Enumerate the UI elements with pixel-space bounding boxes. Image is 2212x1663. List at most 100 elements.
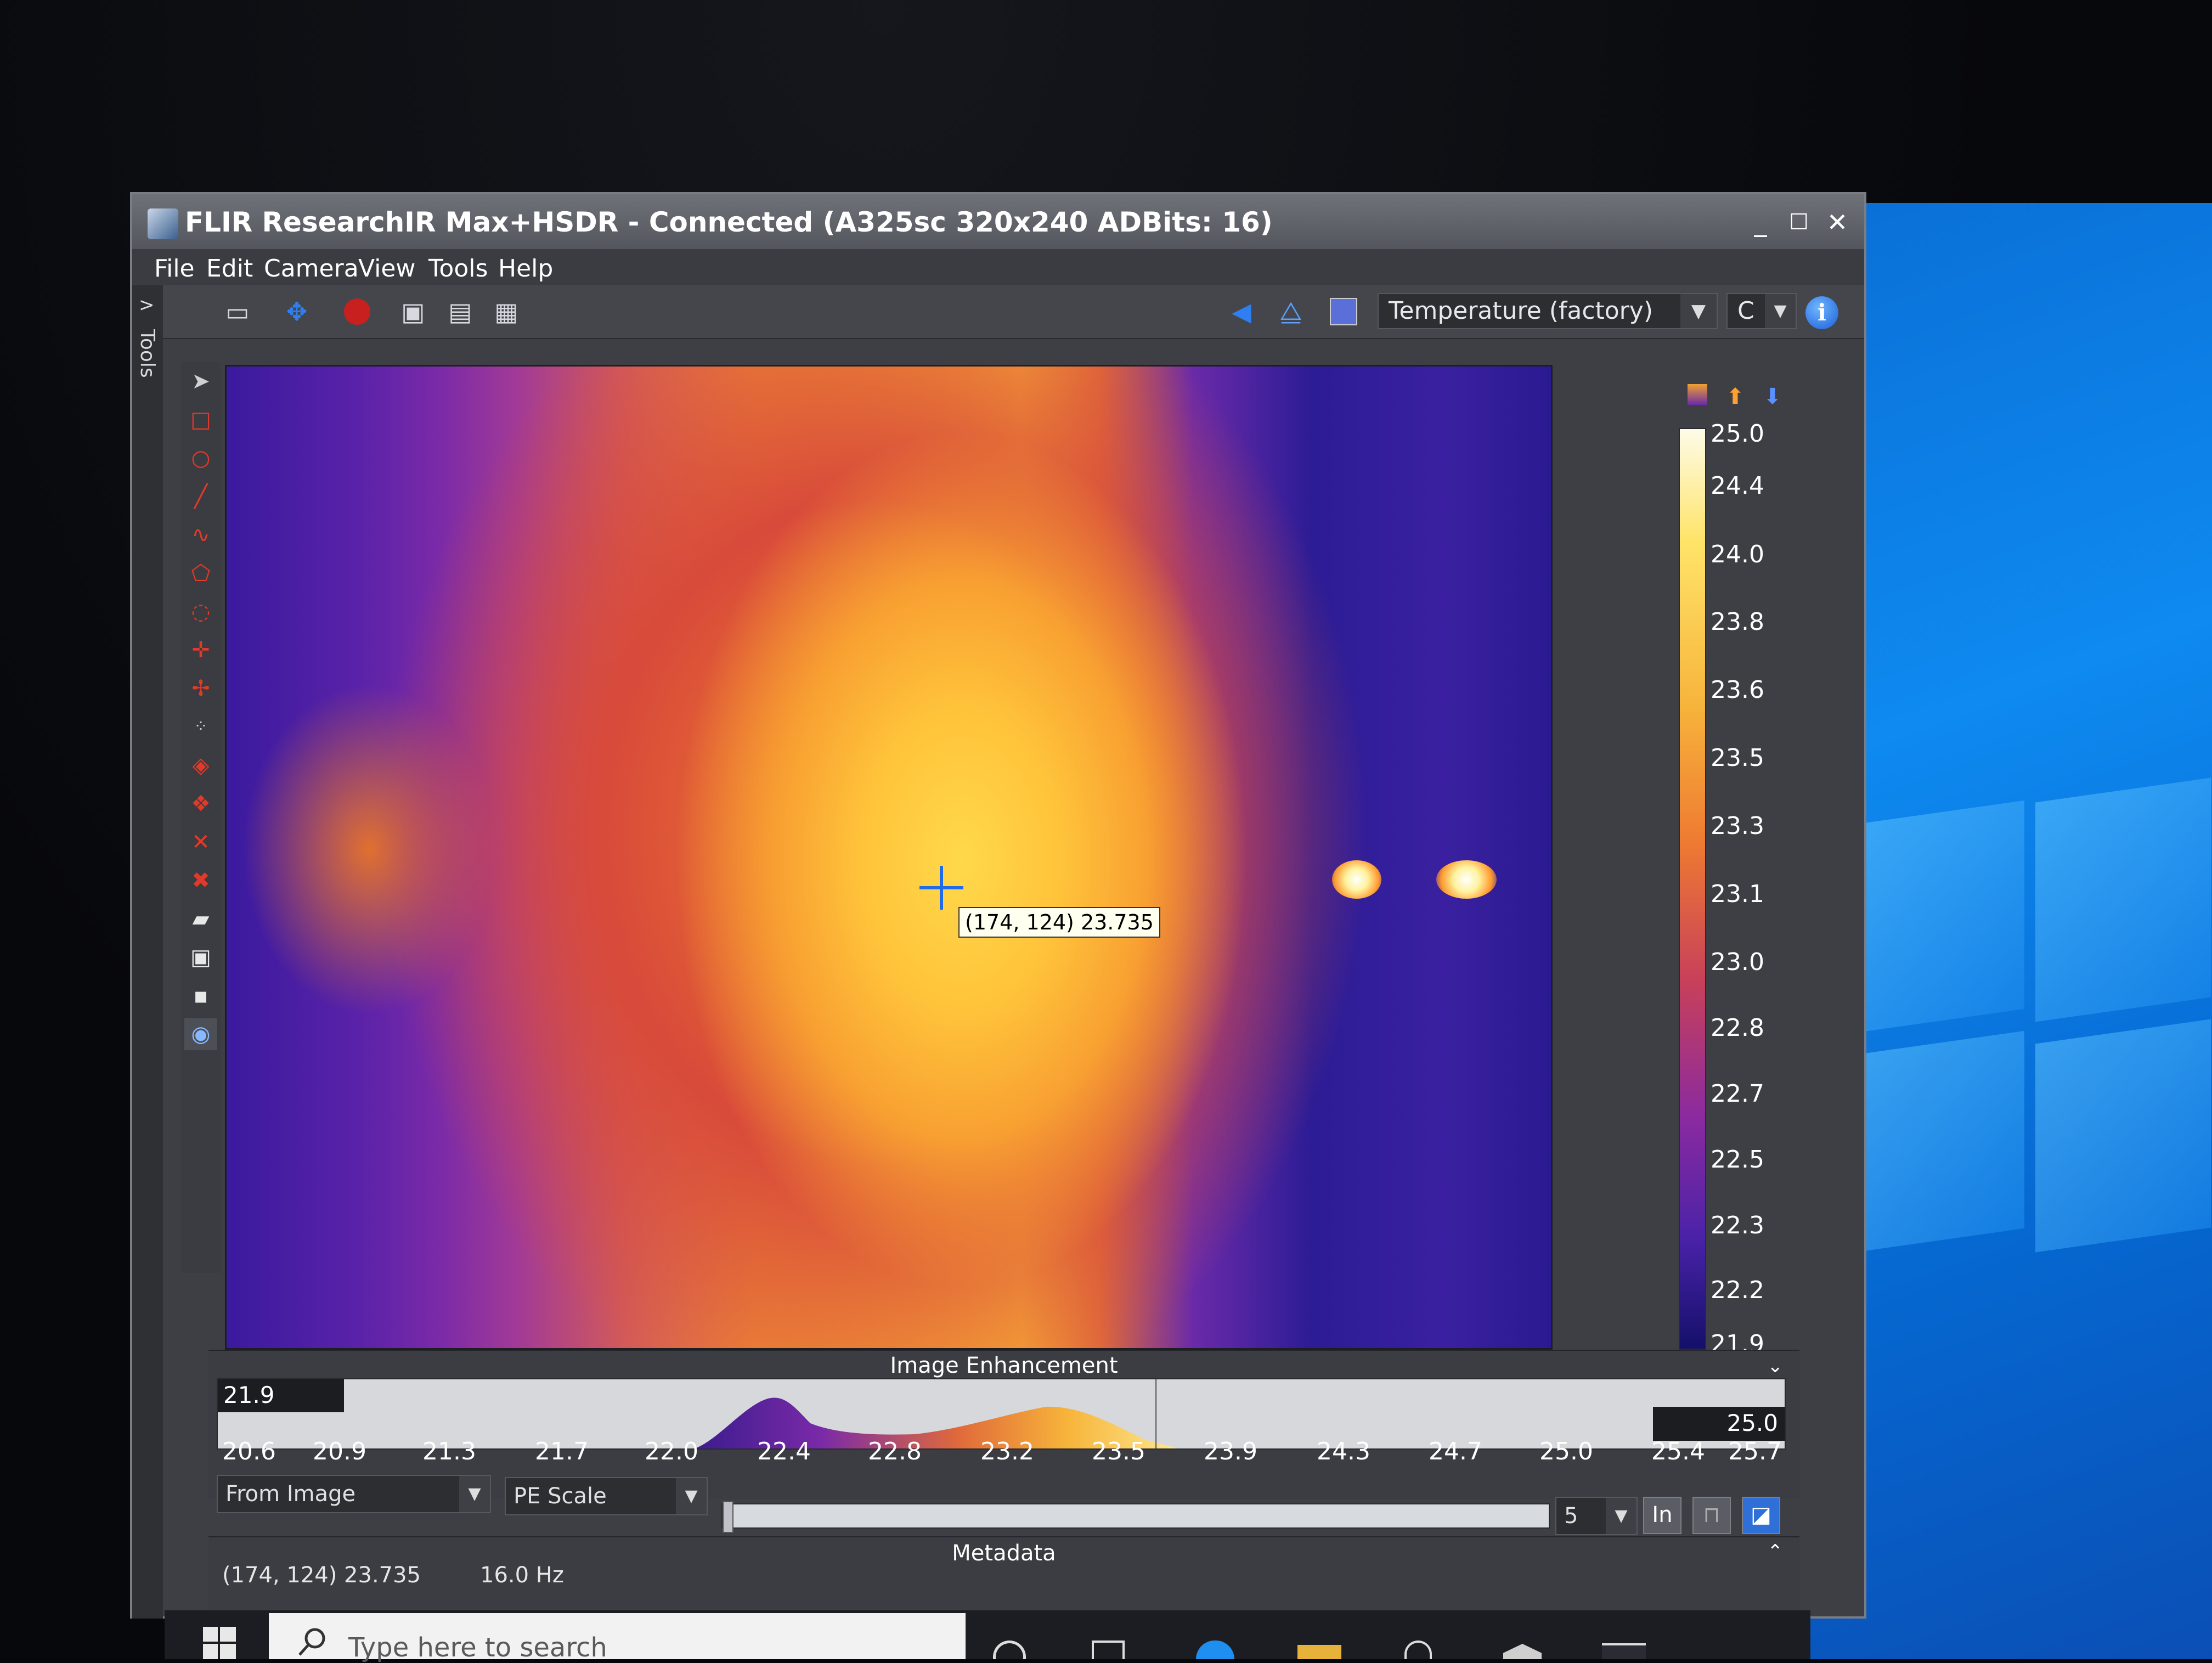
collapse-icon[interactable]: ⌄ bbox=[1768, 1355, 1784, 1377]
axis-tick-label: 23.2 bbox=[980, 1437, 1034, 1465]
colorbar-label: 23.3 bbox=[1711, 812, 1764, 840]
colorbar-label: 23.1 bbox=[1711, 880, 1764, 908]
menu-tools[interactable]: Tools bbox=[428, 255, 488, 283]
colorbar-label: 23.6 bbox=[1711, 676, 1764, 704]
colorbar-label: 24.4 bbox=[1711, 472, 1764, 500]
file-explorer-icon[interactable] bbox=[1297, 1645, 1341, 1659]
flip-icon[interactable]: ⧋ bbox=[1273, 295, 1308, 328]
window-title: FLIR ResearchIR Max+HSDR - Connected (A3… bbox=[185, 206, 1273, 238]
taskbar-search-placeholder: Type here to search bbox=[348, 1632, 607, 1663]
unit-select[interactable]: C ▼ bbox=[1726, 293, 1797, 329]
cursor-readout-tooltip: (174, 124) 23.735 bbox=[958, 907, 1160, 938]
colorbar-label: 24.0 bbox=[1711, 540, 1764, 568]
axis-tick-label: 20.6 bbox=[222, 1437, 276, 1465]
move-icon[interactable]: ✥ bbox=[279, 295, 314, 328]
axis-tick-label: 25.4 bbox=[1651, 1437, 1705, 1465]
group-tool-icon[interactable]: ❖ bbox=[184, 788, 217, 820]
freehand-tool-icon[interactable]: ◌ bbox=[184, 596, 217, 628]
range-source-select[interactable]: From Image ▼ bbox=[217, 1475, 491, 1513]
search-icon bbox=[298, 1628, 325, 1656]
in-button[interactable]: In bbox=[1643, 1497, 1681, 1534]
rectangle-tool-icon[interactable]: □ bbox=[184, 404, 217, 436]
menu-edit[interactable]: Edit bbox=[206, 255, 253, 283]
record-button[interactable] bbox=[340, 295, 375, 328]
scatter-tool-icon[interactable]: ⁘ bbox=[184, 711, 217, 743]
histogram-min-value[interactable]: 21.9 bbox=[218, 1379, 344, 1412]
image-add-icon[interactable]: ▦ bbox=[489, 295, 524, 328]
metadata-readout: (174, 124) 23.735 bbox=[222, 1563, 421, 1588]
snapshot-icon[interactable]: ▣ bbox=[396, 295, 431, 328]
roi-tools-column: ➤ □ ○ ╱ ∿ ⬠ ◌ ✛ ✢ ⁘ ◈ ❖ ✕ ✖ ▰ ▣ ▪ ◉ bbox=[181, 362, 221, 1273]
hotspot-left bbox=[1332, 860, 1381, 899]
metadata-title: Metadata bbox=[952, 1541, 1056, 1566]
maximize-button[interactable]: ☐ bbox=[1783, 208, 1815, 236]
colorbar-label: 23.8 bbox=[1711, 608, 1764, 636]
scale-up-icon[interactable]: ⬆ bbox=[1726, 384, 1745, 409]
windows-start-icon[interactable] bbox=[203, 1627, 236, 1659]
menu-help[interactable]: Help bbox=[498, 255, 553, 283]
enhancement-slider[interactable] bbox=[721, 1501, 1550, 1533]
toolbar: ▭ ✥ ▣ ▤ ▦ ◀ ⧋ Temperature (factory) ▼ C … bbox=[132, 285, 1864, 339]
expand-tools-icon[interactable]: > bbox=[139, 294, 155, 316]
slider-thumb[interactable] bbox=[723, 1501, 733, 1533]
thermal-image-viewport[interactable]: (174, 124) 23.735 bbox=[225, 365, 1553, 1350]
measurement-mode-value: Temperature (factory) bbox=[1389, 297, 1653, 325]
chevron-down-icon: ▼ bbox=[1606, 1498, 1637, 1534]
scale-select[interactable]: PE Scale ▼ bbox=[505, 1477, 708, 1515]
step-select[interactable]: 5 ▼ bbox=[1555, 1497, 1638, 1535]
palette-swatch-icon[interactable] bbox=[1688, 384, 1707, 405]
menu-bar: File Edit Camera View Tools Help bbox=[132, 249, 1864, 285]
close-button[interactable]: ✕ bbox=[1821, 208, 1853, 236]
polygon-tool-icon[interactable]: ⬠ bbox=[184, 557, 217, 589]
histogram-max-value[interactable]: 25.0 bbox=[1653, 1407, 1785, 1441]
chevron-down-icon: ▼ bbox=[1765, 294, 1796, 328]
temperature-colorbar bbox=[1679, 428, 1706, 1350]
layout-icon[interactable]: ▭ bbox=[220, 295, 255, 328]
delete-roi-icon[interactable]: ✕ bbox=[184, 826, 217, 858]
axis-tick-label: 21.3 bbox=[422, 1437, 476, 1465]
flir-taskbar-icon[interactable] bbox=[1602, 1643, 1646, 1659]
pointer-tool-icon[interactable]: ➤ bbox=[184, 365, 217, 397]
info-icon[interactable]: i bbox=[1805, 296, 1838, 329]
axis-tick-label: 24.3 bbox=[1317, 1437, 1370, 1465]
expand-icon[interactable]: ⌃ bbox=[1768, 1541, 1784, 1563]
range-source-value: From Image bbox=[225, 1481, 356, 1507]
polyline-tool-icon[interactable]: ∿ bbox=[184, 519, 217, 551]
menu-camera[interactable]: Camera bbox=[264, 255, 359, 283]
tools-side-tab[interactable]: > Tools bbox=[132, 285, 163, 1619]
hotspot-right bbox=[1436, 860, 1497, 899]
measurement-mode-select[interactable]: Temperature (factory) ▼ bbox=[1378, 293, 1718, 329]
scale-value: PE Scale bbox=[514, 1484, 607, 1509]
lock-icon[interactable]: ⊓ bbox=[1692, 1497, 1731, 1534]
load-roi-icon[interactable]: ▣ bbox=[184, 942, 217, 973]
delete-all-roi-icon[interactable]: ✖ bbox=[184, 865, 217, 897]
colorbar-label: 22.7 bbox=[1711, 1080, 1764, 1108]
palette-icon[interactable] bbox=[1326, 295, 1361, 328]
app-icon bbox=[148, 208, 178, 239]
tools-tab-label: Tools bbox=[136, 329, 159, 378]
spot-move-tool-icon[interactable]: ✢ bbox=[184, 673, 217, 704]
task-view-icon[interactable] bbox=[1092, 1641, 1125, 1659]
menu-file[interactable]: File bbox=[154, 255, 195, 283]
visibility-icon[interactable]: ◉ bbox=[184, 1018, 217, 1050]
rewind-icon[interactable]: ◀ bbox=[1224, 295, 1259, 328]
colorbar-label: 23.5 bbox=[1711, 744, 1764, 772]
spot-tool-icon[interactable]: ✛ bbox=[184, 634, 217, 666]
axis-tick-label: 25.0 bbox=[1539, 1437, 1593, 1465]
axis-tick-label: 21.7 bbox=[535, 1437, 589, 1465]
line-tool-icon[interactable]: ╱ bbox=[184, 481, 217, 512]
title-bar[interactable]: FLIR ResearchIR Max+HSDR - Connected (A3… bbox=[132, 194, 1864, 249]
colorbar-label: 22.2 bbox=[1711, 1276, 1764, 1304]
save-roi-icon[interactable]: ▪ bbox=[184, 980, 217, 1012]
minimize-button[interactable]: _ bbox=[1745, 208, 1776, 236]
tag-tool-icon[interactable]: ◈ bbox=[184, 749, 217, 781]
menu-view[interactable]: View bbox=[358, 255, 415, 283]
chevron-down-icon: ▼ bbox=[1680, 294, 1717, 328]
auto-adjust-icon[interactable]: ◪ bbox=[1742, 1497, 1780, 1534]
scale-down-icon[interactable]: ⬇ bbox=[1763, 384, 1782, 409]
image-icon[interactable]: ▤ bbox=[443, 295, 478, 328]
ellipse-tool-icon[interactable]: ○ bbox=[184, 442, 217, 474]
colorbar-label: 23.0 bbox=[1711, 948, 1764, 976]
metadata-frame-rate: 16.0 Hz bbox=[480, 1563, 564, 1588]
open-folder-icon[interactable]: ▰ bbox=[184, 903, 217, 935]
